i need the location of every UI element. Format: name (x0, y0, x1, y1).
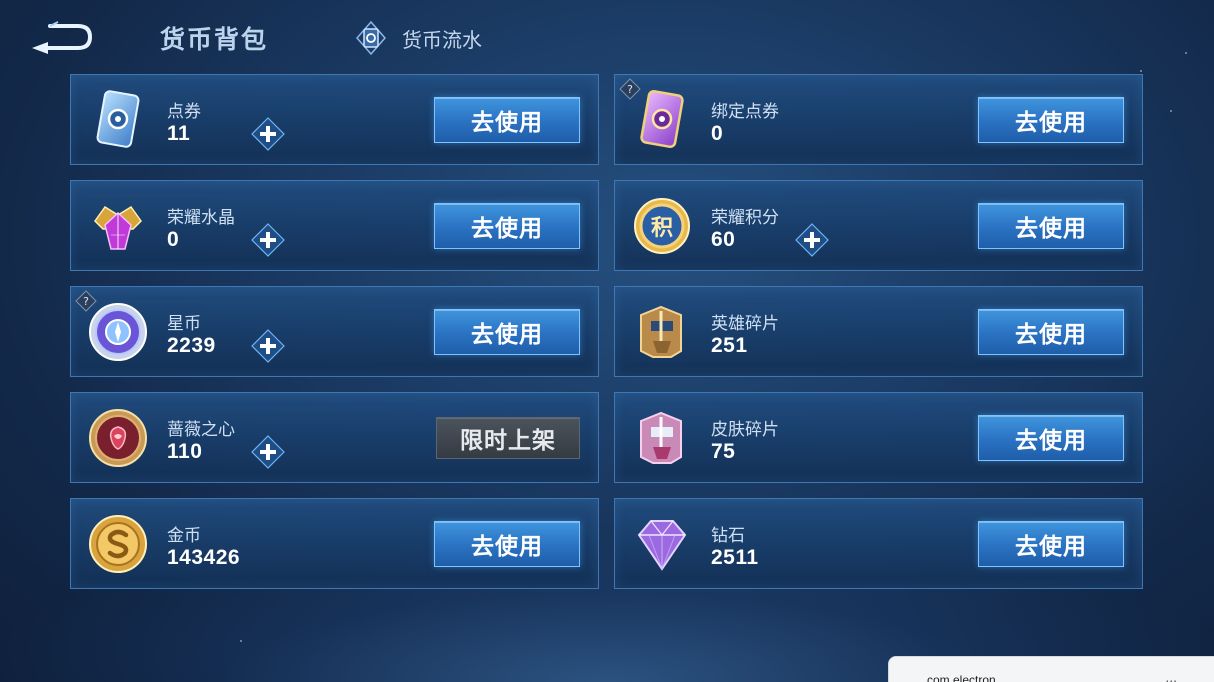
bound-ticket-icon (640, 89, 684, 149)
gold-coin-icon (89, 515, 147, 573)
add-ticket-button[interactable] (251, 117, 285, 151)
currency-amount: 110 (167, 440, 203, 463)
add-glory-points-button[interactable] (795, 223, 829, 257)
use-skin-fragment-button[interactable]: 去使用 (978, 415, 1124, 461)
glory-points-glyph: 积 (651, 216, 673, 241)
currency-card-star-coin: ? 星币 2239 去使用 (70, 286, 599, 377)
currency-name: 星币 (167, 314, 201, 333)
rose-heart-icon (89, 409, 147, 467)
currency-card-rose-heart: 蔷薇之心 110 限时上架 (70, 392, 599, 483)
currency-name: 绑定点券 (711, 102, 779, 121)
currency-card-gold-coin: 金币 143426 去使用 (70, 498, 599, 589)
use-diamond-button[interactable]: 去使用 (978, 521, 1124, 567)
glory-crystal-icon (94, 205, 142, 250)
diamond-icon (637, 520, 687, 571)
currency-amount: 143426 (167, 546, 241, 569)
currency-name: 皮肤碎片 (711, 420, 779, 439)
currency-name: 蔷薇之心 (167, 420, 235, 439)
currency-name: 点券 (167, 102, 201, 121)
currency-amount: 0 (711, 122, 724, 145)
currency-card-glory-crystal: 荣耀水晶 0 去使用 (70, 180, 599, 271)
notification-app-name: com.electron (927, 673, 996, 682)
currency-card-glory-points: 积 荣耀积分 60 去使用 (614, 180, 1143, 271)
glory-points-icon: 积 (634, 198, 690, 254)
currency-name: 荣耀水晶 (167, 208, 235, 227)
tab-currency-flow[interactable]: 货币流水 (354, 20, 482, 56)
currency-card-diamond: 钻石 2511 去使用 (614, 498, 1143, 589)
currency-card-hero-fragment: 英雄碎片 251 去使用 (614, 286, 1143, 377)
currency-card-bound-ticket: ? 绑定点券 0 去使用 (614, 74, 1143, 165)
skin-fragment-icon (640, 411, 682, 464)
add-rose-heart-button[interactable] (251, 435, 285, 469)
currency-flow-icon (356, 20, 386, 56)
add-star-coin-button[interactable] (251, 329, 285, 363)
star-sparkle (1140, 70, 1142, 72)
currency-amount: 251 (711, 334, 748, 357)
add-glory-crystal-button[interactable] (251, 223, 285, 257)
use-glory-crystal-button[interactable]: 去使用 (434, 203, 580, 249)
hero-fragment-icon (640, 305, 682, 358)
back-button[interactable] (28, 18, 94, 56)
currency-amount: 11 (167, 122, 191, 145)
currency-amount: 0 (167, 228, 180, 251)
use-bound-ticket-button[interactable]: 去使用 (978, 97, 1124, 143)
star-sparkle (1185, 52, 1187, 54)
limited-time-button[interactable]: 限时上架 (436, 417, 580, 459)
star-sparkle (1170, 110, 1172, 112)
page-title: 货币背包 (160, 26, 269, 54)
ticket-icon (96, 90, 140, 148)
notification-toast[interactable]: com.electron ... (888, 656, 1214, 682)
star-sparkle (240, 640, 242, 642)
currency-amount: 75 (711, 440, 736, 463)
currency-amount: 60 (711, 228, 736, 251)
star-coin-icon (89, 303, 147, 361)
currency-name: 英雄碎片 (711, 314, 779, 333)
back-arrow-icon (32, 21, 93, 54)
use-gold-coin-button[interactable]: 去使用 (434, 521, 580, 567)
currency-card-ticket: 点券 11 去使用 (70, 74, 599, 165)
currency-amount: 2511 (711, 546, 759, 569)
currency-name: 金币 (167, 526, 201, 545)
currency-card-skin-fragment: 皮肤碎片 75 去使用 (614, 392, 1143, 483)
use-hero-fragment-button[interactable]: 去使用 (978, 309, 1124, 355)
use-ticket-button[interactable]: 去使用 (434, 97, 580, 143)
currency-amount: 2239 (167, 334, 216, 357)
currency-name: 荣耀积分 (711, 208, 779, 227)
notification-more-icon[interactable]: ... (1165, 669, 1177, 682)
currency-name: 钻石 (711, 526, 745, 545)
use-glory-points-button[interactable]: 去使用 (978, 203, 1124, 249)
use-star-coin-button[interactable]: 去使用 (434, 309, 580, 355)
tab-currency-flow-label: 货币流水 (402, 29, 482, 52)
